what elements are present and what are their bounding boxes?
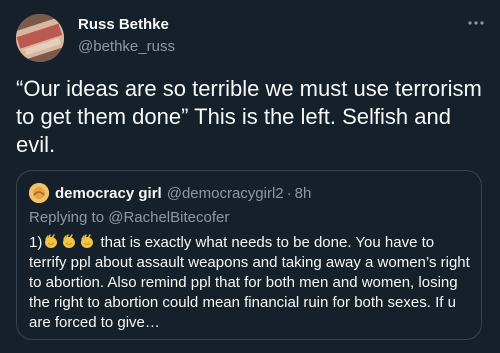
quoted-tweet[interactable]: democracy girl @democracygirl2 · 8h Repl… (16, 170, 482, 340)
quoted-author-handle: @democracygirl2 (166, 184, 284, 202)
author-display-name[interactable]: Russ Bethke (78, 15, 175, 35)
author-info: Russ Bethke @bethke_russ (78, 15, 175, 57)
replying-to-mention[interactable]: @RachelBitecofer (108, 209, 229, 226)
clapping-hands-icon (78, 233, 95, 250)
separator-dot: · (286, 184, 292, 202)
tweet-text: “Our ideas are so terrible we must use t… (16, 76, 482, 157)
quoted-author-avatar (29, 183, 49, 203)
quoted-author-name: democracy girl (55, 184, 162, 202)
author-handle[interactable]: @bethke_russ (78, 37, 175, 57)
more-options-icon[interactable] (466, 13, 486, 33)
author-avatar[interactable] (16, 14, 64, 62)
quoted-tweet-body: 1) that is exactly what needs to be done… (29, 233, 473, 333)
replying-to: Replying to @RachelBitecofer (29, 209, 229, 226)
tweet: Russ Bethke @bethke_russ “Our ideas are … (0, 0, 500, 353)
quoted-timestamp: 8h (294, 184, 312, 202)
replying-to-prefix: Replying to (29, 209, 109, 226)
quoted-tweet-header: democracy girl @democracygirl2 · 8h (29, 183, 311, 203)
quoted-body-prefix: 1) (29, 234, 43, 251)
clapping-hands-icon (42, 233, 59, 250)
quoted-body-text: that is exactly what needs to be done. Y… (29, 234, 470, 331)
clapping-hands-icon (60, 233, 77, 250)
